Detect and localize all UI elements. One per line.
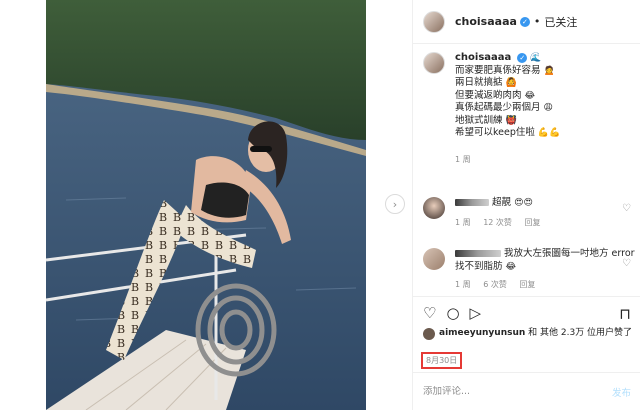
comment-icon[interactable]: ○ <box>446 305 459 321</box>
woman-emoji-icon: 🙆 <box>505 78 517 88</box>
comment-bar: 发布 <box>413 372 640 410</box>
reply-button[interactable]: 回复 <box>524 218 540 227</box>
laughing-emoji-icon: 😂 <box>505 261 517 272</box>
caption-time[interactable]: 1 周 <box>455 154 560 167</box>
comment-item: 超靚 😍😍 1 周 12 次赞 回复 ♡ <box>423 197 637 229</box>
comment-likes[interactable]: 12 次赞 <box>483 218 512 227</box>
comment-input[interactable] <box>423 386 573 397</box>
post-photo: B <box>46 0 366 410</box>
caption-line: 地獄式訓練 <box>455 114 503 126</box>
verified-badge-icon: ✓ <box>517 52 528 63</box>
caption-line: 真係起碼最少兩個月 <box>455 102 541 113</box>
wave-emoji-icon: 🌊 <box>530 53 542 63</box>
chevron-right-icon: › <box>392 197 398 211</box>
caption-line: 希望可以keep住啦 <box>455 127 535 138</box>
next-photo-button[interactable]: › <box>385 194 405 214</box>
caption-line: 但要減返啲肉肉 <box>455 89 522 101</box>
heart-icon[interactable]: ♡ <box>423 305 436 321</box>
likes-count-text[interactable]: 和 其他 2.3万 位用户赞了 <box>528 328 632 338</box>
grimace-emoji-icon: 😩 <box>543 103 553 113</box>
post-side-panel: choisaaaa ✓ • 已关注 choisaaaa ✓ 🌊 而家要肥真係好容… <box>412 0 640 410</box>
reply-button[interactable]: 回复 <box>519 280 535 289</box>
commenter-avatar[interactable] <box>423 197 445 219</box>
caption-username[interactable]: choisaaaa <box>455 52 511 63</box>
caption-line: 而家要肥真係好容易 <box>455 64 541 76</box>
comment-item: 我放大左張圖每一吋地方 error 找不到脂肪 😂 1 周 6 次赞 回复 ♡ <box>423 248 637 292</box>
commenter-username[interactable] <box>455 199 489 206</box>
heart-icon[interactable]: ♡ <box>622 203 631 214</box>
bookmark-icon[interactable]: ⊓ <box>619 305 631 323</box>
caption-avatar[interactable] <box>423 52 445 74</box>
post-date[interactable]: 8月30日 <box>421 352 463 369</box>
follow-status-button[interactable]: 已关注 <box>544 14 577 30</box>
instagram-post-page: B <box>0 0 640 410</box>
comment-time[interactable]: 1 周 <box>455 280 471 289</box>
woman-emoji-icon: 🙍 <box>543 65 555 76</box>
devil-emoji-icon: 👹 <box>505 115 517 126</box>
separator-dot: • <box>533 15 541 28</box>
muscle-emoji-icon: 💪💪 <box>537 128 561 138</box>
share-icon[interactable]: ▷ <box>470 305 482 321</box>
commenter-avatar[interactable] <box>423 248 445 270</box>
laughing-emoji-icon: 😂 <box>524 90 536 101</box>
post-comment-button[interactable]: 发布 <box>612 385 631 399</box>
avatar[interactable] <box>423 328 435 340</box>
comment-text: 超靚 <box>492 197 512 208</box>
post-username[interactable]: choisaaaa <box>455 15 517 28</box>
avatar[interactable] <box>423 10 445 33</box>
verified-badge-icon: ✓ <box>519 16 530 27</box>
post-header: choisaaaa ✓ • 已关注 <box>413 0 640 44</box>
post-caption: choisaaaa ✓ 🌊 而家要肥真係好容易 🙍 兩日就搞掂 🙆 但要減返啲肉… <box>423 52 637 166</box>
caption-line: 兩日就搞掂 <box>455 77 503 88</box>
likes-summary: aimeeyunyunsun 和 其他 2.3万 位用户赞了 <box>423 327 633 340</box>
heart-icon[interactable]: ♡ <box>622 258 631 269</box>
liker-username[interactable]: aimeeyunyunsun <box>439 328 525 338</box>
commenter-username[interactable] <box>455 250 501 257</box>
comment-time[interactable]: 1 周 <box>455 218 471 227</box>
comment-likes[interactable]: 6 次赞 <box>483 280 507 289</box>
heart-eyes-emoji-icon: 😍😍 <box>514 198 533 208</box>
